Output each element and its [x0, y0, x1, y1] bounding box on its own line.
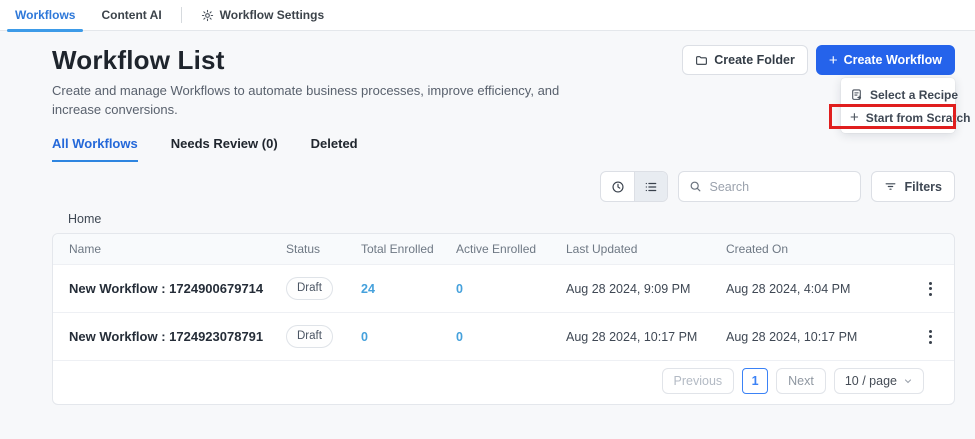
gear-icon — [201, 9, 214, 22]
folder-icon — [695, 54, 708, 67]
dropdown-item-label: Start from Scratch — [866, 111, 971, 125]
table-row: New Workflow : 1724900679714 Draft 24 0 … — [53, 265, 954, 313]
create-workflow-button[interactable]: + Create Workflow — [816, 45, 955, 75]
create-workflow-label: Create Workflow — [844, 53, 942, 67]
column-header-last-updated: Last Updated — [566, 242, 726, 256]
list-view-button[interactable] — [634, 172, 667, 201]
row-actions-kebab-icon[interactable] — [921, 324, 940, 350]
column-header-name: Name — [69, 242, 286, 256]
filters-button[interactable]: Filters — [871, 171, 955, 202]
filter-lines-icon — [884, 180, 897, 193]
table-header-row: Name Status Total Enrolled Active Enroll… — [53, 234, 954, 265]
column-header-created-on: Created On — [726, 242, 906, 256]
recipe-icon — [850, 88, 863, 101]
view-toggle — [600, 171, 668, 202]
workflow-table: Name Status Total Enrolled Active Enroll… — [52, 233, 955, 405]
workflow-name-link[interactable]: New Workflow : 1724900679714 — [69, 281, 286, 296]
nav-item-label: Workflows — [15, 8, 75, 22]
clock-icon — [611, 180, 625, 194]
last-updated-value: Aug 28 2024, 9:09 PM — [566, 282, 726, 296]
workflow-name-link[interactable]: New Workflow : 1724923078791 — [69, 329, 286, 344]
plus-icon: + — [850, 110, 859, 125]
nav-item-workflows[interactable]: Workflows — [2, 0, 88, 30]
page-size-select[interactable]: 10 / page — [834, 368, 924, 394]
column-header-status: Status — [286, 242, 361, 256]
row-actions-kebab-icon[interactable] — [921, 276, 940, 302]
previous-page-button[interactable]: Previous — [662, 368, 735, 394]
nav-item-workflow-settings[interactable]: Workflow Settings — [188, 0, 337, 30]
filters-label: Filters — [904, 180, 942, 194]
next-page-button[interactable]: Next — [776, 368, 826, 394]
timeline-view-button[interactable] — [601, 172, 634, 201]
table-row: New Workflow : 1724923078791 Draft 0 0 A… — [53, 313, 954, 361]
active-enrolled-link[interactable]: 0 — [456, 282, 566, 296]
active-enrolled-link[interactable]: 0 — [456, 330, 566, 344]
create-workflow-dropdown: Select a Recipe + Start from Scratch — [841, 78, 955, 133]
nav-divider — [181, 7, 182, 23]
nav-item-label: Workflow Settings — [220, 8, 324, 22]
search-icon — [689, 180, 702, 193]
nav-item-label: Content AI — [101, 8, 161, 22]
created-on-value: Aug 28 2024, 10:17 PM — [726, 330, 906, 344]
tab-needs-review[interactable]: Needs Review (0) — [171, 136, 278, 162]
list-toolbar: Filters — [52, 171, 955, 202]
dropdown-item-select-recipe[interactable]: Select a Recipe — [841, 83, 955, 106]
create-folder-label: Create Folder — [714, 53, 795, 67]
tab-deleted[interactable]: Deleted — [311, 136, 358, 162]
nav-item-content-ai[interactable]: Content AI — [88, 0, 174, 30]
breadcrumb[interactable]: Home — [68, 212, 101, 226]
status-badge: Draft — [286, 325, 333, 348]
dropdown-item-start-from-scratch[interactable]: + Start from Scratch — [841, 106, 955, 129]
column-header-active-enrolled: Active Enrolled — [456, 242, 566, 256]
workflow-tabs: All Workflows Needs Review (0) Deleted — [52, 136, 955, 162]
total-enrolled-link[interactable]: 24 — [361, 282, 456, 296]
page-number-button[interactable]: 1 — [742, 368, 768, 394]
search-input[interactable] — [709, 180, 850, 194]
pagination: Previous 1 Next 10 / page — [53, 361, 954, 404]
list-icon — [644, 180, 658, 194]
page-title: Workflow List — [52, 45, 597, 76]
column-header-total-enrolled: Total Enrolled — [361, 242, 456, 256]
total-enrolled-link[interactable]: 0 — [361, 330, 456, 344]
dropdown-item-label: Select a Recipe — [870, 88, 958, 102]
tab-all-workflows[interactable]: All Workflows — [52, 136, 138, 162]
page-header: Workflow List Create and manage Workflow… — [52, 45, 955, 119]
last-updated-value: Aug 28 2024, 10:17 PM — [566, 330, 726, 344]
page-size-label: 10 / page — [845, 374, 897, 388]
search-box — [678, 171, 861, 202]
created-on-value: Aug 28 2024, 4:04 PM — [726, 282, 906, 296]
status-badge: Draft — [286, 277, 333, 300]
page-description: Create and manage Workflows to automate … — [52, 81, 597, 119]
chevron-down-icon — [903, 376, 913, 386]
create-folder-button[interactable]: Create Folder — [682, 45, 808, 75]
plus-icon: + — [829, 53, 838, 68]
top-nav: Workflows Content AI Workflow Settings — [0, 0, 975, 31]
